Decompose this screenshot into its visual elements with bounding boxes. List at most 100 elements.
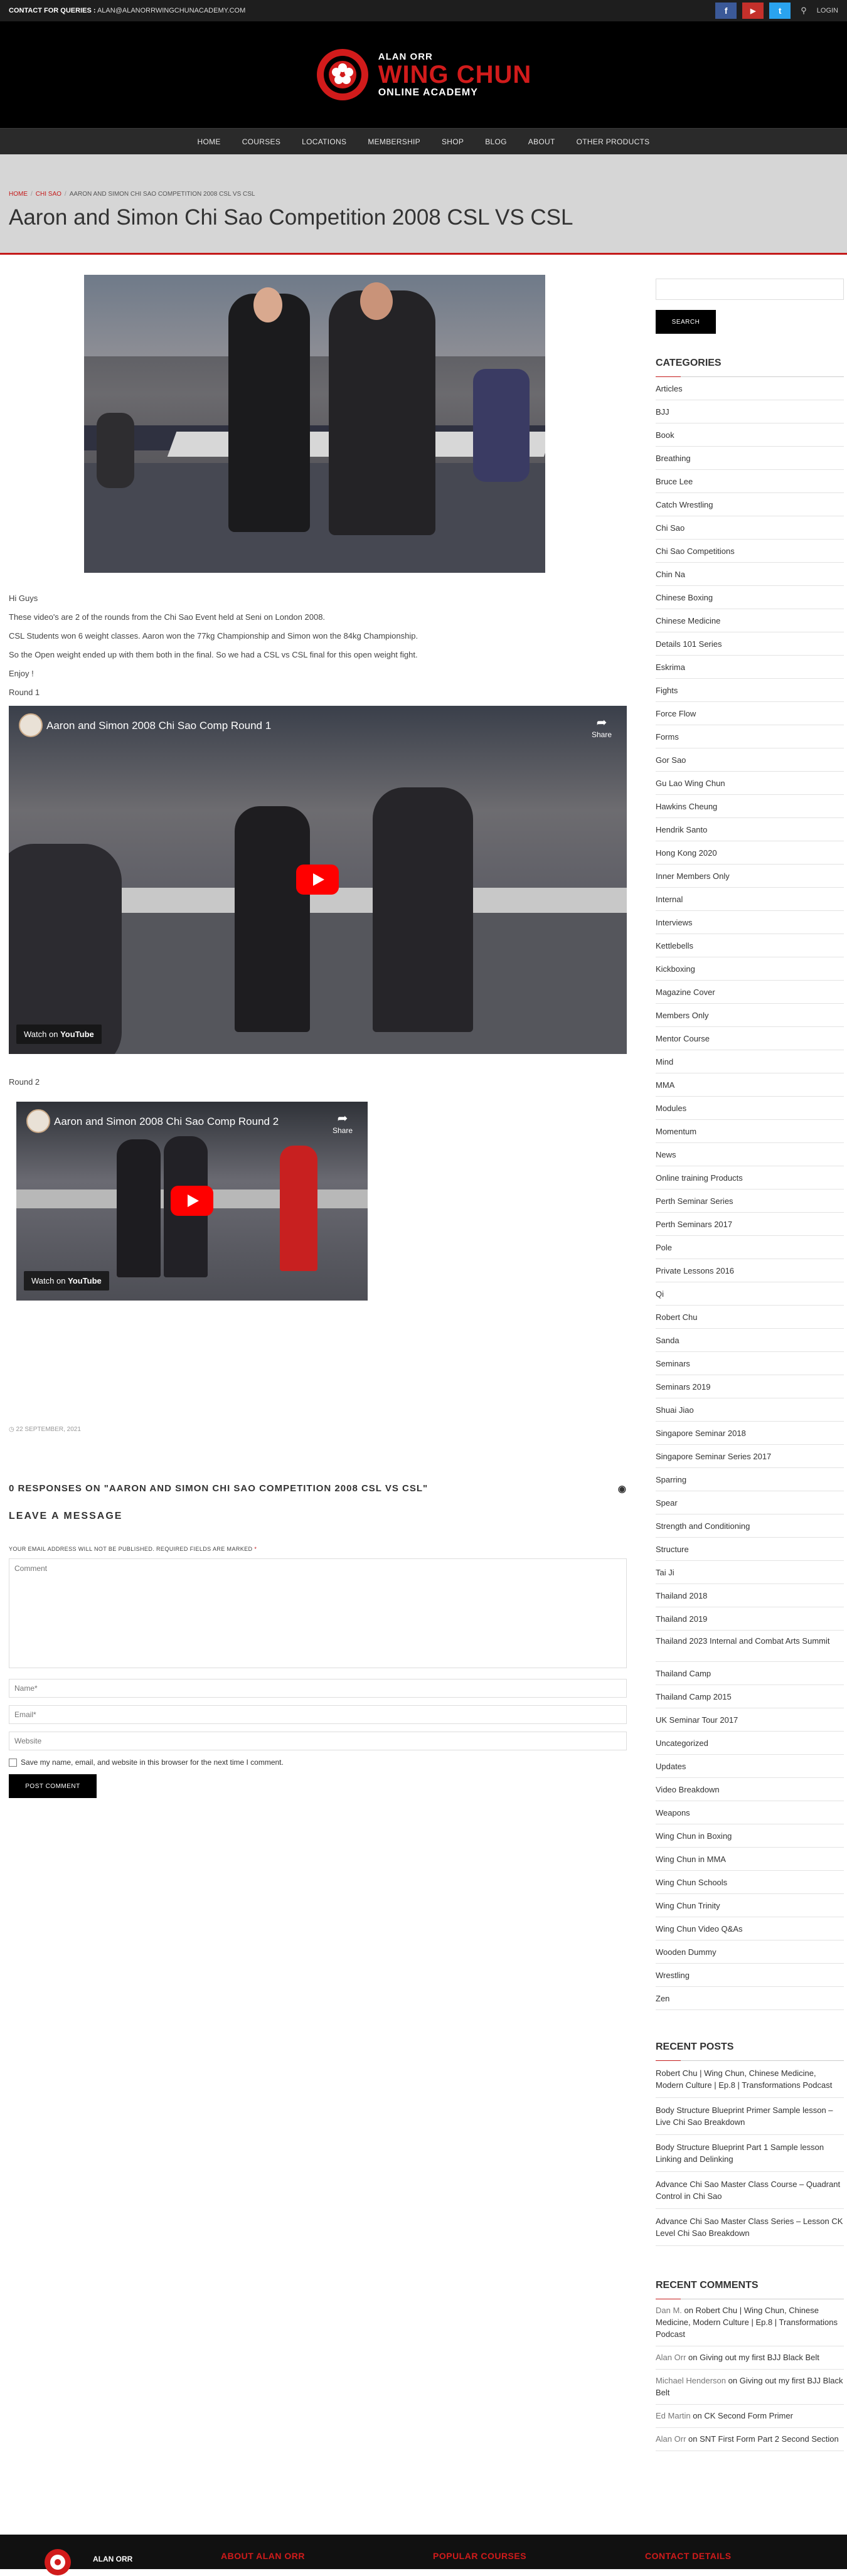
comment-author[interactable]: Ed Martin [656, 2411, 691, 2420]
category-link[interactable]: Wing Chun in Boxing [656, 1824, 844, 1848]
category-link[interactable]: Private Lessons 2016 [656, 1259, 844, 1282]
comment-textarea[interactable] [9, 1558, 627, 1668]
category-link[interactable]: Weapons [656, 1801, 844, 1824]
category-link[interactable]: Hong Kong 2020 [656, 841, 844, 865]
recent-post-link[interactable]: Advance Chi Sao Master Class Series – Le… [656, 2209, 844, 2246]
category-link[interactable]: Thailand 2023 Internal and Combat Arts S… [656, 1631, 844, 1662]
category-link[interactable]: Uncategorized [656, 1732, 844, 1755]
category-link[interactable]: Chinese Medicine [656, 609, 844, 632]
category-link[interactable]: Wing Chun Video Q&As [656, 1917, 844, 1940]
category-link[interactable]: Structure [656, 1538, 844, 1561]
nav-shop[interactable]: SHOP [431, 137, 474, 146]
category-link[interactable]: Wing Chun Schools [656, 1871, 844, 1894]
comment-post-link[interactable]: SNT First Form Part 2 Second Section [700, 2434, 839, 2444]
channel-avatar[interactable] [26, 1109, 50, 1133]
category-link[interactable]: Articles [656, 377, 844, 400]
category-link[interactable]: Pole [656, 1236, 844, 1259]
nav-locations[interactable]: LOCATIONS [291, 137, 357, 146]
category-link[interactable]: Fights [656, 679, 844, 702]
category-link[interactable]: Sanda [656, 1329, 844, 1352]
nav-other-products[interactable]: OTHER PRODUCTS [566, 137, 661, 146]
category-link[interactable]: Chinese Boxing [656, 586, 844, 609]
category-link[interactable]: Wooden Dummy [656, 1940, 844, 1964]
login-link[interactable]: LOGIN [817, 7, 838, 14]
comment-author[interactable]: Michael Henderson [656, 2376, 726, 2385]
recent-post-link[interactable]: Body Structure Blueprint Primer Sample l… [656, 2098, 844, 2135]
category-link[interactable]: Shuai Jiao [656, 1398, 844, 1422]
category-link[interactable]: Inner Members Only [656, 865, 844, 888]
category-link[interactable]: Mind [656, 1050, 844, 1073]
category-link[interactable]: Zen [656, 1987, 844, 2010]
contact-email[interactable]: ALAN@ALANORRWINGCHUNACADEMY.COM [97, 7, 245, 14]
nav-blog[interactable]: BLOG [474, 137, 518, 146]
video-title[interactable]: Aaron and Simon 2008 Chi Sao Comp Round … [46, 720, 271, 732]
category-link[interactable]: Qi [656, 1282, 844, 1306]
name-field[interactable] [9, 1679, 627, 1698]
category-link[interactable]: Forms [656, 725, 844, 748]
channel-avatar[interactable] [19, 713, 43, 737]
watch-on-youtube[interactable]: Watch on YouTube [16, 1025, 102, 1044]
nav-membership[interactable]: MEMBERSHIP [357, 137, 431, 146]
nav-about[interactable]: ABOUT [518, 137, 566, 146]
twitter-icon[interactable]: t [769, 3, 791, 19]
category-link[interactable]: Kickboxing [656, 957, 844, 981]
category-link[interactable]: Chin Na [656, 563, 844, 586]
recent-post-link[interactable]: Robert Chu | Wing Chun, Chinese Medicine… [656, 2061, 844, 2098]
play-button[interactable] [296, 865, 339, 895]
category-link[interactable]: Thailand Camp 2015 [656, 1685, 844, 1708]
comment-post-link[interactable]: Giving out my first BJJ Black Belt [700, 2353, 819, 2362]
share-button[interactable]: ➦ Share [333, 1110, 353, 1135]
save-checkbox[interactable] [9, 1758, 17, 1767]
category-link[interactable]: Catch Wrestling [656, 493, 844, 516]
category-link[interactable]: News [656, 1143, 844, 1166]
category-link[interactable]: Spear [656, 1491, 844, 1514]
category-link[interactable]: Book [656, 423, 844, 447]
category-link[interactable]: Online training Products [656, 1166, 844, 1190]
video-title[interactable]: Aaron and Simon 2008 Chi Sao Comp Round … [54, 1115, 279, 1128]
category-link[interactable]: Strength and Conditioning [656, 1514, 844, 1538]
email-field[interactable] [9, 1705, 627, 1724]
post-comment-button[interactable]: POST COMMENT [9, 1774, 97, 1798]
category-link[interactable]: Bruce Lee [656, 470, 844, 493]
category-link[interactable]: Singapore Seminar Series 2017 [656, 1445, 844, 1468]
category-link[interactable]: Members Only [656, 1004, 844, 1027]
nav-courses[interactable]: COURSES [232, 137, 291, 146]
category-link[interactable]: Perth Seminar Series [656, 1190, 844, 1213]
recent-post-link[interactable]: Advance Chi Sao Master Class Course – Qu… [656, 2172, 844, 2209]
category-link[interactable]: Tai Ji [656, 1561, 844, 1584]
facebook-icon[interactable]: f [715, 3, 737, 19]
category-link[interactable]: Interviews [656, 911, 844, 934]
category-link[interactable]: Internal [656, 888, 844, 911]
category-link[interactable]: Thailand 2018 [656, 1584, 844, 1607]
site-logo[interactable]: ALAN ORR WING CHUN ONLINE ACADEMY [316, 48, 532, 102]
breadcrumb-home[interactable]: HOME [9, 191, 28, 198]
category-link[interactable]: Momentum [656, 1120, 844, 1143]
category-link[interactable]: Perth Seminars 2017 [656, 1213, 844, 1236]
category-link[interactable]: Thailand Camp [656, 1662, 844, 1685]
comment-author[interactable]: Dan M. [656, 2306, 682, 2315]
comment-author[interactable]: Alan Orr [656, 2434, 686, 2444]
youtube-icon[interactable]: ▶ [742, 3, 764, 19]
breadcrumb-category[interactable]: CHI SAO [36, 191, 61, 198]
category-link[interactable]: Robert Chu [656, 1306, 844, 1329]
category-link[interactable]: Breathing [656, 447, 844, 470]
website-field[interactable] [9, 1732, 627, 1750]
video-player-round-1[interactable]: Aaron and Simon 2008 Chi Sao Comp Round … [9, 706, 627, 1054]
share-button[interactable]: ➦ Share [592, 715, 612, 739]
category-link[interactable]: Eskrima [656, 656, 844, 679]
category-link[interactable]: Hendrik Santo [656, 818, 844, 841]
category-link[interactable]: Wing Chun Trinity [656, 1894, 844, 1917]
category-link[interactable]: Wrestling [656, 1964, 844, 1987]
category-link[interactable]: Modules [656, 1097, 844, 1120]
category-link[interactable]: Force Flow [656, 702, 844, 725]
category-link[interactable]: Video Breakdown [656, 1778, 844, 1801]
recent-post-link[interactable]: Body Structure Blueprint Part 1 Sample l… [656, 2135, 844, 2172]
category-link[interactable]: Seminars 2019 [656, 1375, 844, 1398]
category-link[interactable]: Updates [656, 1755, 844, 1778]
category-link[interactable]: Gor Sao [656, 748, 844, 772]
category-link[interactable]: Chi Sao Competitions [656, 540, 844, 563]
search-icon[interactable]: ⚲ [801, 6, 807, 16]
category-link[interactable]: Seminars [656, 1352, 844, 1375]
category-link[interactable]: Sparring [656, 1468, 844, 1491]
rss-icon[interactable]: ◉ [618, 1483, 627, 1494]
